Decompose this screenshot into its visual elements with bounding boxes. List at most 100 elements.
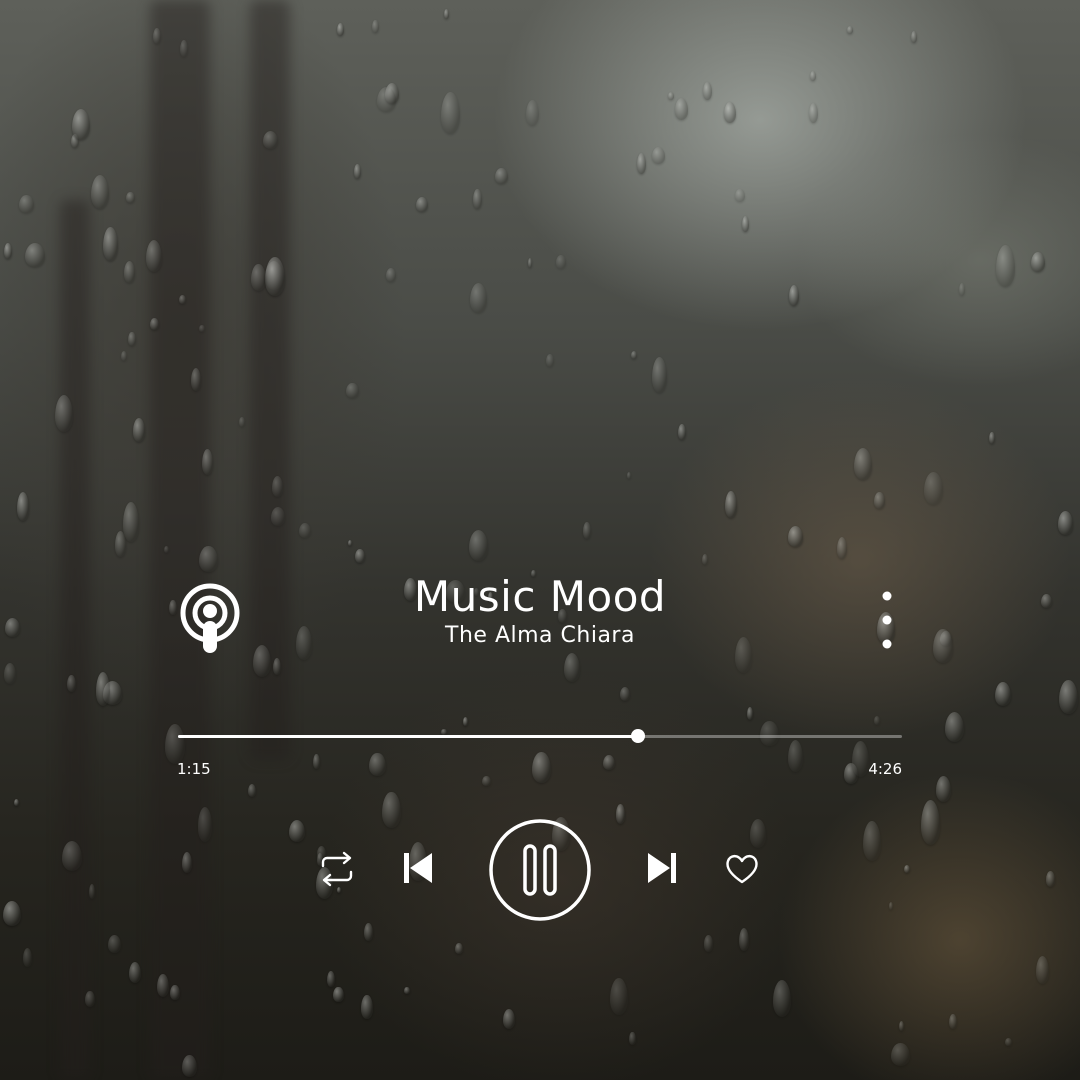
rain-drop bbox=[3, 900, 22, 926]
rain-drop bbox=[958, 282, 965, 296]
rain-drop bbox=[787, 526, 803, 547]
rain-drop bbox=[989, 431, 996, 444]
rain-drop bbox=[1057, 511, 1074, 536]
rain-drop bbox=[935, 776, 952, 803]
rain-drop bbox=[847, 26, 853, 34]
progress-bar[interactable] bbox=[178, 729, 902, 743]
rain-drop bbox=[3, 243, 12, 260]
rain-drop bbox=[348, 540, 353, 547]
rain-drop bbox=[603, 755, 616, 771]
rain-drop bbox=[404, 987, 410, 995]
rain-drop bbox=[502, 1008, 515, 1029]
rain-drop bbox=[299, 522, 312, 538]
player-screen: Music Mood The Alma Chiara 1:15 4:26 bbox=[0, 0, 1080, 1080]
rain-drop bbox=[749, 819, 767, 848]
rain-drop bbox=[564, 652, 580, 682]
rain-drop bbox=[24, 242, 45, 267]
rain-drop bbox=[810, 71, 816, 82]
rain-drop bbox=[920, 799, 941, 845]
rain-drop bbox=[123, 261, 136, 284]
rain-drop bbox=[128, 961, 142, 984]
rain-drop bbox=[724, 101, 736, 124]
rain-drop bbox=[470, 282, 488, 313]
rain-drop bbox=[837, 537, 848, 559]
rain-drop bbox=[440, 92, 461, 134]
pause-icon[interactable] bbox=[488, 818, 592, 922]
rain-drop bbox=[944, 712, 964, 743]
rain-drop bbox=[122, 502, 140, 542]
rain-drop bbox=[995, 681, 1012, 706]
rain-drop bbox=[108, 934, 121, 954]
rain-drop bbox=[863, 821, 881, 862]
rain-drop bbox=[667, 92, 675, 101]
artist-name: The Alma Chiara bbox=[445, 623, 635, 648]
podcast-icon bbox=[180, 583, 240, 653]
rain-drop bbox=[610, 977, 628, 1015]
rain-drop bbox=[843, 763, 859, 784]
rain-drop bbox=[674, 97, 689, 120]
progress-handle[interactable] bbox=[630, 729, 645, 743]
rain-drop bbox=[369, 752, 386, 777]
rain-drop bbox=[891, 1042, 911, 1067]
rain-drop bbox=[125, 191, 135, 204]
rain-drop bbox=[336, 23, 345, 37]
rain-drop bbox=[874, 492, 885, 509]
rain-drop bbox=[772, 980, 792, 1017]
rain-drop bbox=[1004, 1037, 1012, 1047]
rain-drop bbox=[353, 164, 362, 179]
total-time: 4:26 bbox=[868, 760, 902, 778]
rain-drop bbox=[677, 424, 686, 441]
rain-drop bbox=[354, 549, 365, 564]
heart-icon[interactable] bbox=[724, 852, 760, 886]
skip-previous-icon[interactable] bbox=[402, 851, 434, 885]
rain-drop bbox=[382, 791, 401, 829]
rain-drop bbox=[629, 1032, 636, 1045]
rain-drop bbox=[630, 350, 638, 360]
rain-drop bbox=[455, 942, 463, 954]
rain-drop bbox=[443, 9, 450, 20]
skip-next-icon[interactable] bbox=[646, 851, 678, 885]
rain-drop bbox=[702, 553, 709, 565]
rain-drop bbox=[103, 227, 119, 261]
rain-drop bbox=[1059, 679, 1078, 715]
rain-drop bbox=[247, 783, 257, 798]
rain-drop bbox=[333, 987, 344, 1003]
rain-drop bbox=[482, 775, 491, 786]
repeat-icon[interactable] bbox=[317, 850, 357, 888]
rain-drop bbox=[899, 1020, 905, 1031]
track-title: Music Mood bbox=[413, 572, 667, 621]
rain-drop bbox=[238, 417, 245, 427]
rain-drop bbox=[385, 268, 396, 282]
rain-drop bbox=[854, 448, 873, 480]
rain-drop bbox=[948, 1014, 957, 1030]
rain-drop bbox=[16, 491, 29, 521]
rain-drop bbox=[703, 81, 712, 101]
rain-drop bbox=[545, 353, 554, 368]
rain-drop bbox=[651, 147, 666, 164]
rain-drop bbox=[739, 928, 750, 952]
rain-drop bbox=[384, 82, 399, 105]
rain-drop bbox=[760, 721, 779, 747]
background-tree bbox=[250, 0, 290, 760]
rain-drop bbox=[555, 255, 567, 269]
rain-drop bbox=[725, 490, 738, 518]
rain-drop bbox=[3, 662, 16, 684]
rain-drop bbox=[626, 472, 631, 479]
rain-drop bbox=[346, 382, 360, 399]
rain-drop bbox=[995, 244, 1016, 287]
rain-drop bbox=[1035, 955, 1050, 985]
rain-drop bbox=[873, 715, 881, 725]
more-vertical-icon[interactable] bbox=[870, 588, 904, 652]
rain-drop bbox=[527, 257, 533, 268]
rain-drop bbox=[312, 753, 320, 770]
rain-drop bbox=[114, 531, 126, 557]
rain-drop bbox=[289, 820, 306, 842]
rain-drop bbox=[71, 133, 80, 148]
rain-drop bbox=[940, 630, 953, 647]
rain-drop bbox=[462, 717, 469, 726]
rain-drop bbox=[377, 87, 397, 113]
rain-drop bbox=[128, 332, 136, 347]
rain-drop bbox=[1030, 251, 1046, 272]
elapsed-time: 1:15 bbox=[177, 760, 211, 778]
rain-drop bbox=[888, 902, 894, 911]
